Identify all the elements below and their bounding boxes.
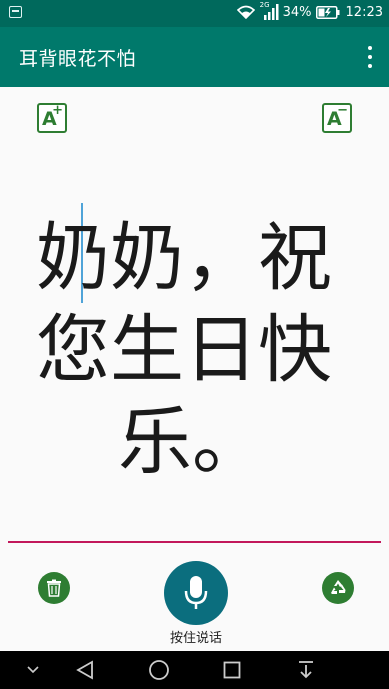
increase-font-button[interactable]: A +	[37, 103, 67, 133]
battery-percent: 34%	[282, 4, 312, 20]
notification-pulldown-icon[interactable]	[297, 660, 315, 680]
decrease-font-button[interactable]: A −	[322, 103, 352, 133]
minus-sign: −	[337, 103, 348, 118]
home-icon[interactable]	[148, 659, 170, 681]
speech-line-2: 您生日快	[36, 307, 332, 393]
speech-text-display[interactable]: 奶奶，祝 您生日快 乐。	[36, 212, 356, 488]
system-nav-bar	[0, 651, 389, 689]
recycle-icon	[331, 580, 346, 594]
back-icon[interactable]	[76, 660, 94, 680]
overflow-menu-icon[interactable]	[367, 46, 373, 68]
microphone-icon	[184, 576, 208, 609]
speech-line-3: 乐。	[118, 399, 266, 485]
app-title: 耳背眼花不怕	[19, 48, 137, 70]
status-bar: 2G 34% 12:23	[0, 0, 389, 27]
divider	[8, 541, 381, 543]
cell-signal-icon: 2G	[259, 1, 279, 20]
hold-to-talk-button[interactable]	[164, 561, 228, 625]
app-bar: 耳背眼花不怕	[0, 27, 389, 87]
clock: 12:23	[345, 4, 383, 20]
mic-button-label: 按住说话	[169, 631, 222, 646]
trash-icon	[47, 579, 61, 597]
battery-charging-icon	[315, 5, 340, 19]
notification-icon	[9, 6, 22, 18]
recent-apps-icon[interactable]	[223, 661, 241, 679]
speech-line-1: 奶奶，祝	[36, 215, 332, 301]
recycle-button[interactable]	[322, 572, 354, 604]
chevron-down-icon[interactable]	[27, 666, 39, 674]
delete-button[interactable]	[38, 572, 70, 604]
wifi-icon	[236, 5, 255, 19]
plus-sign: +	[52, 103, 63, 118]
status-indicators: 2G 34% 12:23	[236, 1, 383, 20]
